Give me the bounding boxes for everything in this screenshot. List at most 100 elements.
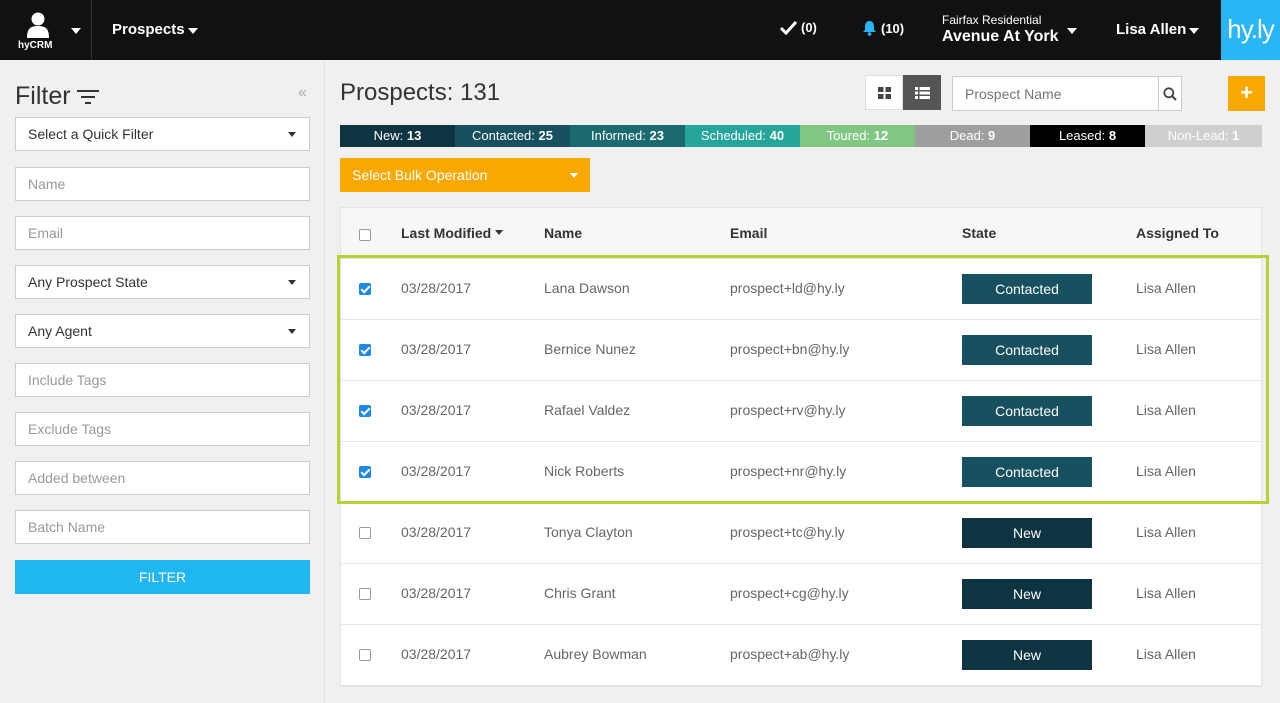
row-assigned-to: Lisa Allen [1136,402,1196,418]
batch-name-input[interactable]: Batch Name [15,510,310,544]
row-last-modified: 03/28/2017 [401,585,472,601]
row-email: prospect+bn@hy.ly [730,341,850,357]
table-row[interactable]: 03/28/2017 Lana Dawson prospect+ld@hy.ly Co… [341,259,1261,320]
table-row[interactable]: 03/28/2017 Bernice Nunez prospect+bn@hy.ly… [341,320,1261,381]
row-last-modified: 03/28/2017 [401,524,472,540]
chevron-down-icon [1067,28,1077,34]
quick-filter-select[interactable]: Select a Quick Filter [15,117,310,151]
property-selector[interactable]: Fairfax Residential Avenue At York [942,13,1058,46]
row-name[interactable]: Chris Grant [544,585,616,601]
table-row[interactable]: 03/28/2017 Nick Roberts prospect+nr@hy.ly C… [341,442,1261,503]
state-badge: Contacted [962,396,1092,426]
state-segment[interactable]: Leased: 8 [1030,125,1145,147]
table-row[interactable]: 03/28/2017 Chris Grant prospect+cg@hy.ly Ne… [341,564,1261,625]
row-checkbox[interactable] [359,405,371,417]
brand-logo[interactable]: hy.ly [1221,0,1280,60]
row-assigned-to: Lisa Allen [1136,585,1196,601]
search-icon [1163,86,1177,101]
state-segment[interactable]: Contacted: 25 [455,125,570,147]
list-view-button[interactable] [903,75,941,110]
row-last-modified: 03/28/2017 [401,646,472,662]
chevron-down-icon [288,329,296,334]
nav-prospects-menu[interactable]: Prospects [112,21,185,38]
main-content: Prospects: 131 Prospect Name + New: 13 C… [325,60,1280,703]
add-prospect-button[interactable]: + [1228,76,1265,111]
bulk-operation-label: Select Bulk Operation [352,167,488,183]
search-button[interactable] [1158,77,1181,110]
row-assigned-to: Lisa Allen [1136,524,1196,540]
row-name[interactable]: Rafael Valdez [544,402,630,418]
grid-icon [877,86,891,99]
added-between-input[interactable]: Added between [15,461,310,495]
app-name: hyCRM [18,40,53,51]
state-segment-label: Leased: [1058,128,1106,143]
prospect-state-select[interactable]: Any Prospect State [15,265,310,299]
state-segment[interactable]: Scheduled: 40 [685,125,800,147]
row-checkbox[interactable] [359,527,371,539]
state-segment[interactable]: Non-Lead: 1 [1145,125,1262,147]
row-name[interactable]: Nick Roberts [544,463,624,479]
chevron-down-icon [288,280,296,285]
table-header: Last Modified Name Email State Assigned … [341,208,1261,259]
column-last-modified[interactable]: Last Modified [401,225,504,241]
state-segment[interactable]: Dead: 9 [915,125,1030,147]
state-badge: Contacted [962,335,1092,365]
notifications-count: (10) [881,20,905,36]
email-input[interactable]: Email [15,216,310,250]
bulk-operation-select[interactable]: Select Bulk Operation [340,158,590,192]
state-segment-label: Scheduled: [700,128,766,143]
row-last-modified: 03/28/2017 [401,463,472,479]
state-segment-count: 25 [538,128,553,143]
row-checkbox[interactable] [359,283,371,295]
property-company: Fairfax Residential [942,13,1042,27]
row-name[interactable]: Aubrey Bowman [544,646,647,662]
notifications-button[interactable]: (10) [862,20,904,36]
row-name[interactable]: Bernice Nunez [544,341,636,357]
column-assigned-to[interactable]: Assigned To [1136,225,1219,241]
column-email[interactable]: Email [730,225,767,241]
row-assigned-to: Lisa Allen [1136,341,1196,357]
quick-filter-value: Select a Quick Filter [28,126,154,142]
table-row[interactable]: 03/28/2017 Rafael Valdez prospect+rv@hy.ly… [341,381,1261,442]
state-segment-count: 40 [769,128,785,143]
collapse-sidebar-button[interactable]: « [298,84,307,102]
state-segment[interactable]: New: 13 [340,125,455,147]
row-checkbox[interactable] [359,649,371,661]
prospect-search-input[interactable] [953,77,1158,110]
app-menu[interactable]: hyCRM [0,0,92,60]
table-row[interactable]: 03/28/2017 Tonya Clayton prospect+tc@hy.ly… [341,503,1261,564]
row-last-modified: 03/28/2017 [401,280,472,296]
agent-select[interactable]: Any Agent [15,314,310,348]
state-badge: Contacted [962,457,1092,487]
row-name[interactable]: Tonya Clayton [544,524,633,540]
row-assigned-to: Lisa Allen [1136,463,1196,479]
include-tags-input[interactable]: Include Tags [15,363,310,397]
chevron-down-icon [188,28,198,34]
user-menu[interactable]: Lisa Allen [1116,21,1186,38]
row-checkbox[interactable] [359,344,371,356]
table-body: 03/28/2017 Lana Dawson prospect+ld@hy.ly Co… [341,259,1261,686]
state-summary-bar: New: 13 Contacted: 25 Informed: 23 Schedule… [340,125,1262,147]
chevron-down-icon [1189,28,1199,34]
row-checkbox[interactable] [359,466,371,478]
column-state[interactable]: State [962,225,996,241]
filter-title-text: Filter [15,82,71,110]
state-segment[interactable]: Informed: 23 [570,125,685,147]
property-name: Avenue At York [942,28,1059,45]
user-icon [27,12,49,38]
column-name[interactable]: Name [544,225,582,241]
name-input[interactable]: Name [15,167,310,201]
row-checkbox[interactable] [359,588,371,600]
state-segment-count: 13 [406,128,422,143]
grid-view-button[interactable] [865,75,903,110]
filter-button[interactable]: FILTER [15,560,310,594]
table-row[interactable]: 03/28/2017 Aubrey Bowman prospect+ab@hy.ly… [341,625,1261,686]
exclude-tags-input[interactable]: Exclude Tags [15,412,310,446]
state-segment[interactable]: Toured: 12 [800,125,915,147]
state-badge: New [962,579,1092,609]
row-name[interactable]: Lana Dawson [544,280,630,296]
select-all-checkbox[interactable] [359,229,371,241]
row-email: prospect+nr@hy.ly [730,463,847,479]
list-icon [914,86,930,99]
tasks-button[interactable]: (0) [780,20,817,35]
